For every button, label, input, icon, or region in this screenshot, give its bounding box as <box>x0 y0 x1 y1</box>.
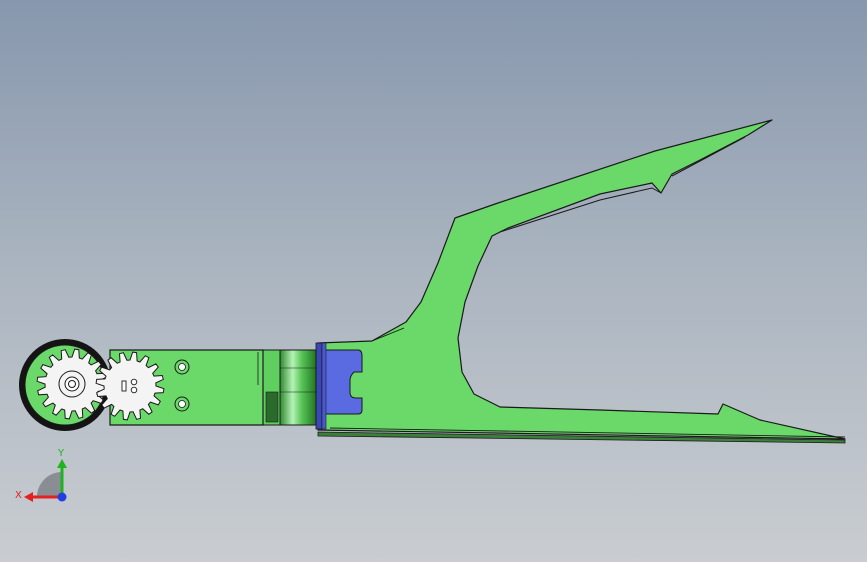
x-axis-label: X <box>15 490 22 501</box>
jaw-body <box>317 119 846 440</box>
gear-right-hole-bottom <box>130 386 138 394</box>
gripper-jaw <box>317 119 846 444</box>
cad-viewport[interactable]: X Y <box>0 0 867 562</box>
y-axis-label: Y <box>57 448 65 459</box>
gear-left-bore <box>64 376 80 392</box>
gripper-assembly-drawing: X Y <box>15 119 846 502</box>
hinge-cylinder <box>262 349 317 426</box>
triad-quadrant <box>37 472 62 497</box>
gear-right-slot <box>121 380 127 392</box>
gear-right-hole-top <box>130 378 138 386</box>
z-axis-dot <box>57 492 67 502</box>
coordinate-triad: X Y <box>15 448 67 502</box>
screw-top <box>174 359 190 375</box>
screw-bottom <box>174 396 190 412</box>
